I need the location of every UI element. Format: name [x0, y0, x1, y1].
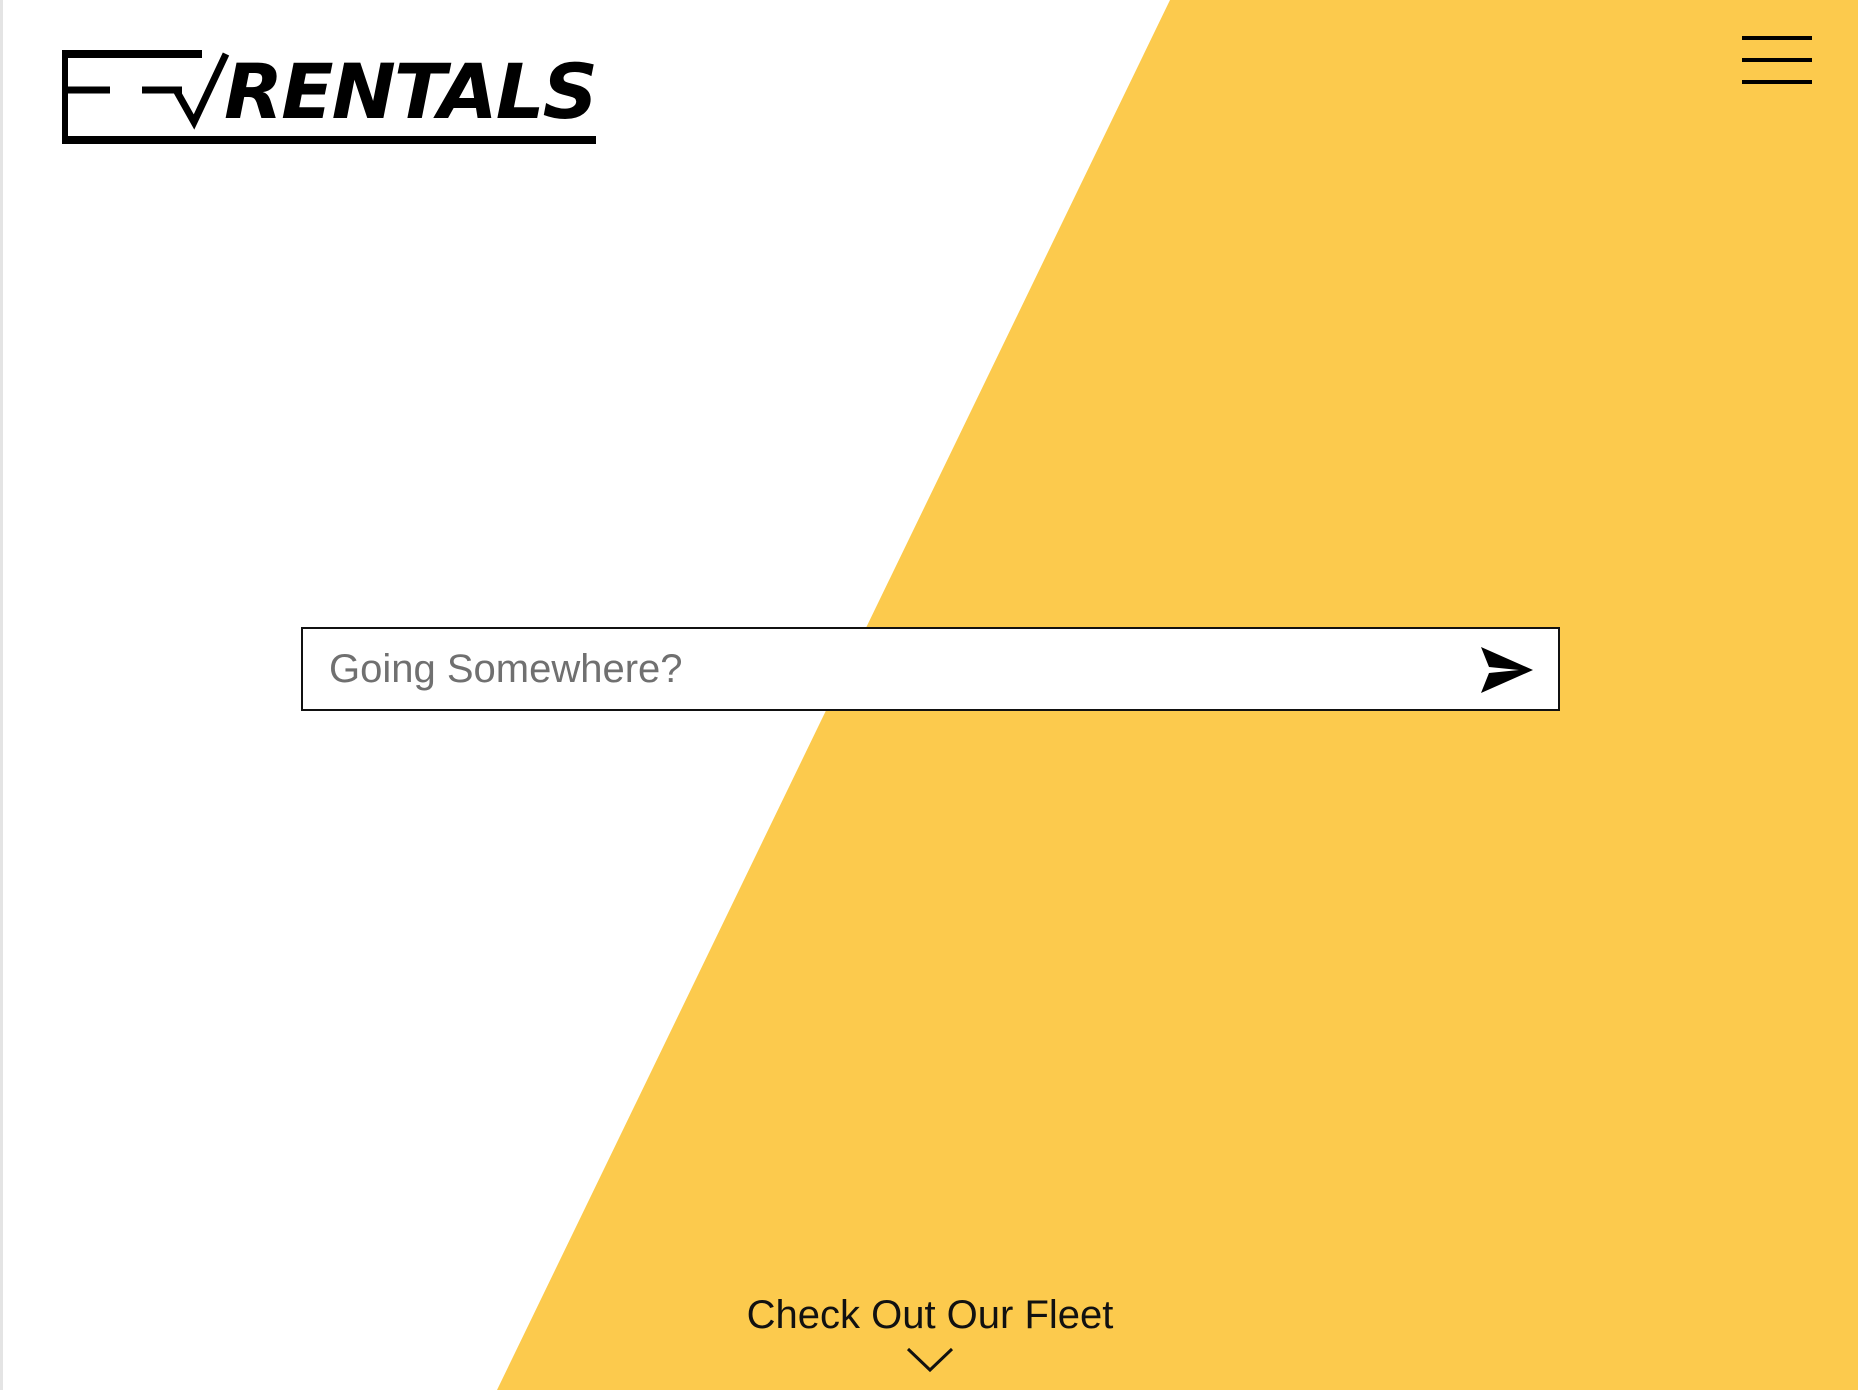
- svg-text:RENTALS: RENTALS: [224, 50, 596, 136]
- menu-bar-middle: [1742, 58, 1812, 62]
- menu-bar-top: [1742, 36, 1812, 40]
- logo-mark: RENTALS: [60, 47, 598, 144]
- menu-bar-bottom: [1742, 80, 1812, 84]
- destination-search-box: [301, 627, 1560, 711]
- paper-plane-icon: [1481, 647, 1533, 693]
- fleet-link-label: Check Out Our Fleet: [746, 1293, 1114, 1337]
- chevron-down-icon: [906, 1347, 954, 1373]
- destination-search-input[interactable]: [303, 629, 1453, 709]
- landing-page: RENTALS Check Out Our Fleet: [0, 0, 1858, 1390]
- hamburger-menu-button[interactable]: [1738, 34, 1814, 88]
- ev-rentals-logo[interactable]: RENTALS: [60, 47, 600, 144]
- check-out-fleet-link[interactable]: Check Out Our Fleet: [700, 1290, 1160, 1373]
- search-submit-button[interactable]: [1479, 645, 1535, 695]
